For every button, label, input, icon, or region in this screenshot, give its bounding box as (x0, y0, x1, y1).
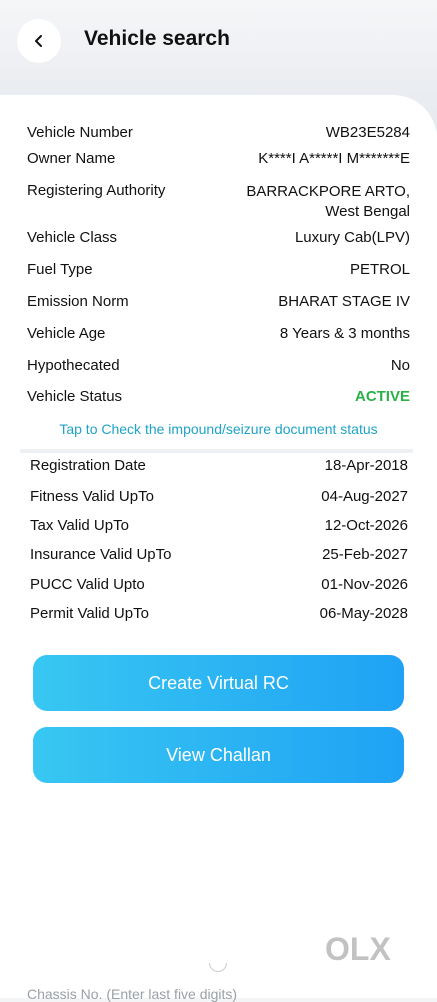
validity-row-insurance: Insurance Valid UpTo 25-Feb-2027 (30, 546, 408, 563)
detail-label: Owner Name (27, 150, 116, 167)
detail-label: Emission Norm (27, 293, 129, 310)
page-title: Vehicle search (84, 27, 230, 50)
detail-value: Luxury Cab(LPV) (294, 229, 410, 246)
create-virtual-rc-button[interactable]: Create Virtual RC (33, 655, 404, 711)
detail-row-owner-name: Owner Name K****I A*****I M*******E (27, 150, 410, 167)
validity-value: 25-Feb-2027 (322, 546, 408, 563)
validity-label: Registration Date (30, 457, 146, 474)
detail-row-emission-norm: Emission Norm BHARAT STAGE IV (27, 293, 410, 310)
view-challan-button[interactable]: View Challan (33, 727, 404, 783)
detail-value: PETROL (349, 261, 410, 278)
detail-value: BARRACKPORE ARTO, West Bengal (246, 183, 410, 220)
back-arrow-icon (35, 35, 42, 47)
validity-value: 06-May-2028 (319, 605, 408, 622)
olx-watermark: OLX (325, 931, 403, 967)
validity-value: 12-Oct-2026 (324, 517, 408, 534)
detail-label: Registering Authority (27, 182, 166, 199)
validity-row-fitness: Fitness Valid UpTo 04-Aug-2027 (30, 488, 408, 505)
detail-label: Vehicle Number (27, 124, 133, 141)
detail-label: Vehicle Age (27, 325, 106, 342)
back-button[interactable] (17, 19, 61, 63)
detail-row-registering-authority: Registering Authority BARRACKPORE ARTO, … (27, 182, 410, 222)
detail-row-vehicle-age: Vehicle Age 8 Years & 3 months (27, 325, 410, 342)
validity-label: Permit Valid UpTo (30, 605, 149, 622)
validity-row-permit: Permit Valid UpTo 06-May-2028 (30, 605, 408, 622)
validity-label: PUCC Valid Upto (30, 576, 145, 593)
validity-value: 01-Nov-2026 (321, 576, 408, 593)
detail-label: Vehicle Class (27, 229, 118, 246)
detail-row-vehicle-status: Vehicle Status ACTIVE (27, 388, 410, 405)
validity-row-registration-date: Registration Date 18-Apr-2018 (30, 457, 408, 474)
section-divider (20, 449, 413, 453)
detail-row-vehicle-number: Vehicle Number WB23E5284 (27, 124, 410, 141)
detail-row-fuel-type: Fuel Type PETROL (27, 261, 410, 278)
detail-label: Fuel Type (27, 261, 93, 278)
detail-value: 8 Years & 3 months (279, 325, 410, 342)
detail-value: BHARAT STAGE IV (278, 293, 410, 310)
watermark-text: OLX (325, 930, 391, 967)
validity-row-pucc: PUCC Valid Upto 01-Nov-2026 (30, 576, 408, 593)
validity-value: 18-Apr-2018 (324, 457, 408, 474)
detail-row-hypothecated: Hypothecated No (27, 357, 410, 374)
detail-value: WB23E5284 (325, 124, 410, 141)
detail-label: Vehicle Status (27, 388, 123, 405)
detail-row-vehicle-class: Vehicle Class Luxury Cab(LPV) (27, 229, 410, 246)
validity-label: Tax Valid UpTo (30, 517, 129, 534)
detail-value: No (390, 357, 410, 374)
validity-label: Insurance Valid UpTo (30, 546, 172, 563)
detail-value: K****I A*****I M*******E (258, 150, 410, 167)
detail-label: Hypothecated (27, 357, 120, 374)
validity-row-tax: Tax Valid UpTo 12-Oct-2026 (30, 517, 408, 534)
validity-label: Fitness Valid UpTo (30, 488, 154, 505)
chassis-number-field[interactable]: Chassis No. (Enter last five digits) (27, 986, 237, 1002)
impound-status-link[interactable]: Tap to Check the impound/seizure documen… (0, 421, 437, 437)
validity-value: 04-Aug-2027 (321, 488, 408, 505)
status-badge: ACTIVE (354, 388, 410, 405)
